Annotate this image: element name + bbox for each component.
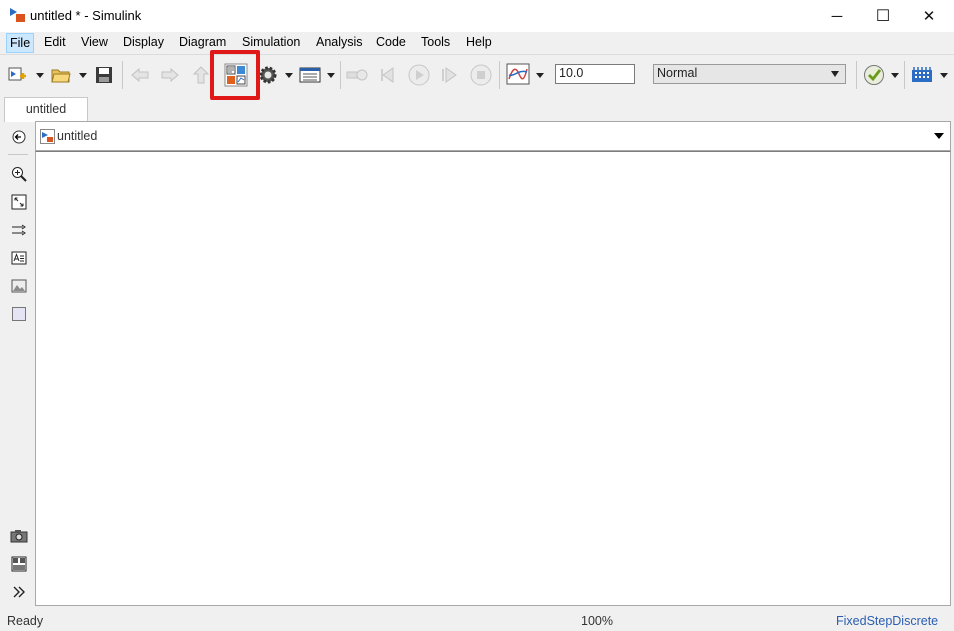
signal-scope-icon <box>506 63 530 85</box>
area-icon <box>11 306 26 321</box>
camera-icon <box>10 529 27 542</box>
up-arrow-icon <box>193 66 209 84</box>
model-icon <box>40 129 55 144</box>
model-advisor-button[interactable] <box>862 63 886 87</box>
status-text: Ready <box>7 614 44 628</box>
highlight-box <box>210 50 260 100</box>
open-dropdown-icon[interactable] <box>79 73 87 78</box>
stop-time-input[interactable]: 10.0 <box>555 64 635 84</box>
menu-help[interactable]: Help <box>466 35 492 49</box>
breadcrumb[interactable]: untitled <box>35 121 951 151</box>
model-advisor-dropdown-icon[interactable] <box>891 73 899 78</box>
expand-palette-button[interactable] <box>9 582 28 601</box>
double-chevron-right-icon <box>13 586 25 597</box>
fit-to-view-icon <box>11 194 26 209</box>
step-back-button[interactable] <box>378 63 400 87</box>
window-title: untitled * - Simulink <box>30 8 142 23</box>
back-arrow-icon <box>131 67 149 83</box>
step-back-icon <box>381 67 394 83</box>
build-icon <box>346 69 368 81</box>
simulation-mode-select[interactable]: Normal <box>653 64 846 84</box>
palette-separator <box>8 154 28 155</box>
left-palette <box>0 122 35 608</box>
toolbar-separator <box>340 61 341 89</box>
folder-open-icon <box>51 69 71 83</box>
chip-grid-icon <box>912 67 932 82</box>
menu-file[interactable]: File <box>6 33 35 53</box>
hide-arrows-button[interactable] <box>9 220 28 239</box>
hide-explorer-button[interactable] <box>9 127 28 146</box>
menu-analysis[interactable]: Analysis <box>316 35 363 49</box>
save-icon <box>96 67 112 83</box>
hardware-dropdown-icon[interactable] <box>940 73 948 78</box>
menu-view[interactable]: View <box>81 35 108 49</box>
menu-code[interactable]: Code <box>376 35 406 49</box>
toolbar-separator <box>499 61 500 89</box>
screenshot-button[interactable] <box>9 526 28 545</box>
close-button[interactable]: ✕ <box>906 0 952 32</box>
fit-to-view-button[interactable] <box>9 192 28 211</box>
tab-untitled[interactable]: untitled <box>4 97 88 122</box>
title-bar: untitled * - Simulink ─ ☐ ✕ <box>0 0 954 32</box>
model-explorer-dropdown-icon[interactable] <box>327 73 335 78</box>
play-icon <box>408 64 430 86</box>
back-circle-icon <box>12 130 25 143</box>
zoom-level: 100% <box>581 614 613 628</box>
new-model-dropdown-icon[interactable] <box>36 73 44 78</box>
zoom-in-icon <box>11 166 27 182</box>
model-explorer-button[interactable] <box>298 63 322 87</box>
stop-button[interactable] <box>469 63 493 87</box>
minimize-button[interactable]: ─ <box>814 0 860 32</box>
back-button[interactable] <box>130 63 150 87</box>
save-button[interactable] <box>93 63 115 87</box>
area-button[interactable] <box>9 304 28 323</box>
model-settings-button[interactable] <box>257 63 279 87</box>
model-explorer-icon <box>299 67 321 83</box>
open-button[interactable] <box>50 63 72 87</box>
model-tab-strip <box>0 94 954 121</box>
menu-tools[interactable]: Tools <box>421 35 450 49</box>
image-icon <box>11 279 26 292</box>
menu-bar: File Edit View Display Diagram Simulatio… <box>0 32 954 53</box>
toolbar-separator <box>856 61 857 89</box>
menu-diagram[interactable]: Diagram <box>179 35 226 49</box>
annotation-button[interactable] <box>9 248 28 267</box>
maximize-button[interactable]: ☐ <box>860 0 906 32</box>
data-inspector-button[interactable] <box>505 62 531 86</box>
toolbar-separator <box>122 61 123 89</box>
breadcrumb-dropdown-icon[interactable] <box>934 133 944 139</box>
arrows-icon <box>11 224 26 235</box>
simulation-mode-value: Normal <box>657 66 698 80</box>
menu-edit[interactable]: Edit <box>44 35 66 49</box>
menu-display[interactable]: Display <box>123 35 164 49</box>
model-browser-icon <box>11 556 26 571</box>
hardware-button[interactable] <box>909 63 935 87</box>
zoom-button[interactable] <box>9 164 28 183</box>
annotation-icon <box>11 251 26 264</box>
build-button[interactable] <box>345 63 369 87</box>
model-browser-button[interactable] <box>9 554 28 573</box>
toolbar-separator <box>904 61 905 89</box>
chevron-down-icon <box>831 71 839 77</box>
step-forward-icon <box>442 67 457 83</box>
forward-button[interactable] <box>160 63 180 87</box>
data-inspector-dropdown-icon[interactable] <box>536 73 544 78</box>
run-button[interactable] <box>407 63 431 87</box>
model-settings-dropdown-icon[interactable] <box>285 73 293 78</box>
model-canvas[interactable] <box>35 151 951 606</box>
image-button[interactable] <box>9 276 28 295</box>
stop-icon <box>470 64 492 86</box>
gear-icon <box>259 66 277 84</box>
check-icon <box>864 65 884 85</box>
new-model-button[interactable] <box>6 63 28 87</box>
breadcrumb-model-name[interactable]: untitled <box>57 129 97 143</box>
step-forward-button[interactable] <box>438 63 460 87</box>
up-button[interactable] <box>191 63 211 87</box>
status-bar: Ready 100% FixedStepDiscrete <box>0 610 954 631</box>
solver-link[interactable]: FixedStepDiscrete <box>836 614 938 628</box>
new-model-icon <box>8 67 26 81</box>
forward-arrow-icon <box>161 67 179 83</box>
simulink-app-icon <box>10 8 25 22</box>
menu-simulation[interactable]: Simulation <box>242 35 300 49</box>
